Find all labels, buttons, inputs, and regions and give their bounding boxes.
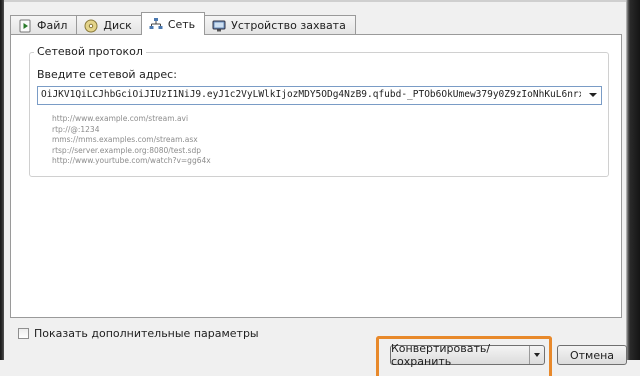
network-icon bbox=[149, 18, 163, 29]
window-top-edge bbox=[0, 0, 640, 2]
tab-capture-device-label: Устройство захвата bbox=[231, 19, 346, 32]
capture-device-icon bbox=[212, 20, 226, 31]
network-protocol-title: Сетевой протокол bbox=[34, 45, 146, 58]
example-url: mms://mms.examples.com/stream.asx bbox=[52, 135, 198, 145]
disc-icon bbox=[84, 19, 98, 32]
window-right-edge bbox=[626, 0, 640, 360]
tab-file[interactable]: Файл bbox=[10, 15, 78, 35]
network-address-combobox[interactable]: OiJKV1QiLCJhbGciOiJIUzI1NiJ9.eyJ1c2VyLWl… bbox=[37, 86, 602, 105]
network-address-label: Введите сетевой адрес: bbox=[37, 68, 177, 81]
convert-save-split-button[interactable]: Конвертировать/сохранить bbox=[390, 342, 545, 368]
tab-disc-label: Диск bbox=[103, 19, 132, 32]
tab-network[interactable]: Сеть bbox=[140, 12, 206, 35]
chevron-down-icon bbox=[534, 353, 540, 357]
file-play-icon bbox=[19, 19, 31, 32]
convert-options-dropdown[interactable] bbox=[529, 346, 544, 364]
show-more-options-label[interactable]: Показать дополнительные параметры bbox=[34, 327, 259, 340]
address-examples: http://www.example.com/stream.avi rtp://… bbox=[52, 114, 211, 167]
tab-disc[interactable]: Диск bbox=[76, 15, 142, 35]
example-url: http://www.yourtube.com/watch?v=gg64x bbox=[52, 156, 211, 166]
network-address-input[interactable]: OiJKV1QiLCJhbGciOiJIUzI1NiJ9.eyJ1c2VyLWl… bbox=[41, 89, 581, 100]
example-url: http://www.example.com/stream.avi bbox=[52, 114, 189, 123]
show-more-options-row[interactable]: Показать дополнительные параметры bbox=[18, 327, 259, 340]
show-more-options-checkbox[interactable] bbox=[18, 328, 29, 339]
tab-network-label: Сеть bbox=[167, 17, 196, 31]
tab-bar: Файл Диск Сеть Устройство захвата bbox=[10, 12, 356, 35]
tab-capture-device[interactable]: Устройство захвата bbox=[204, 15, 356, 35]
cancel-button[interactable]: Отмена bbox=[557, 345, 627, 365]
window-left-edge bbox=[0, 0, 4, 360]
tab-file-label: Файл bbox=[37, 19, 68, 32]
convert-save-button[interactable]: Конвертировать/сохранить bbox=[391, 342, 529, 368]
combo-dropdown-arrow-icon[interactable] bbox=[589, 93, 597, 97]
panel-empty-area bbox=[10, 233, 622, 318]
example-url: rtp://@:1234 bbox=[52, 124, 100, 134]
example-url: rtsp://server.example.org:8080/test.sdp bbox=[52, 145, 202, 155]
